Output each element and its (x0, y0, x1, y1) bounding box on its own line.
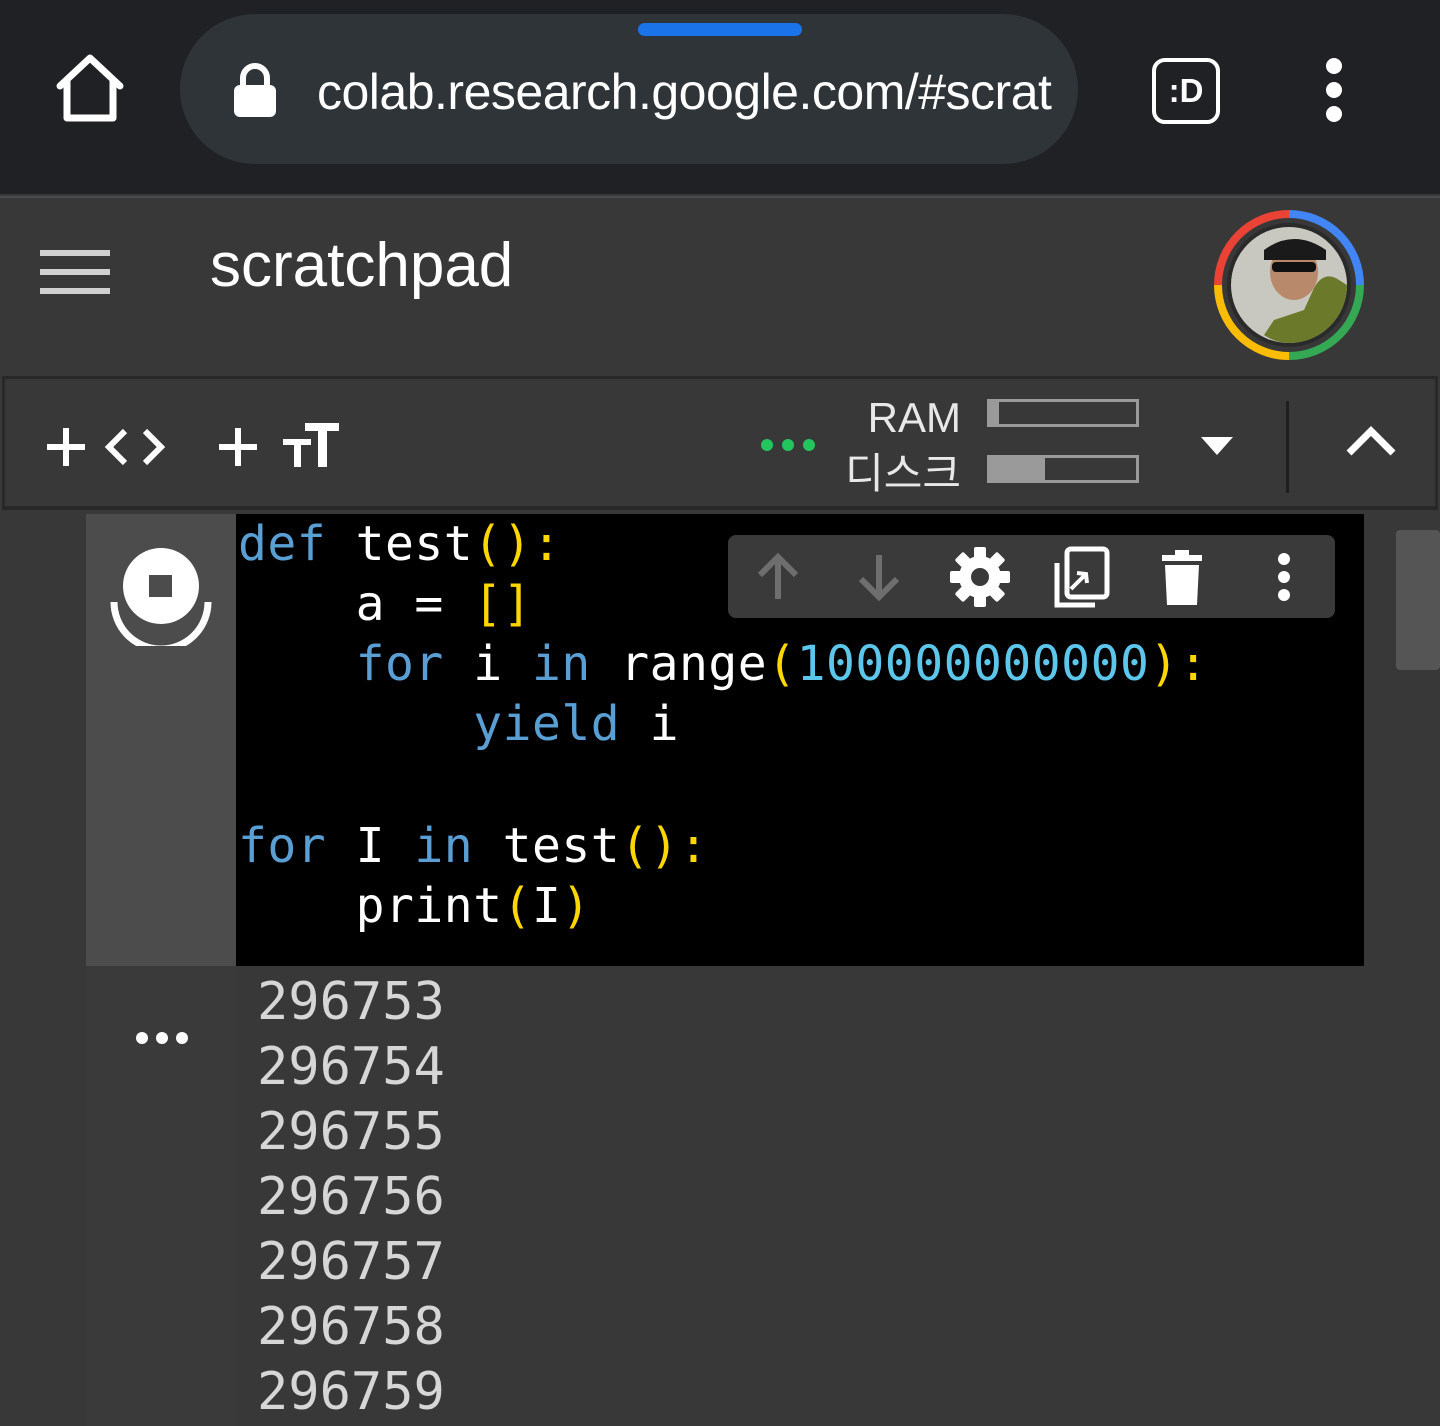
arrow-down-icon[interactable] (847, 545, 911, 609)
page-title[interactable]: scratchpad (210, 228, 513, 304)
output-line: 296756 (257, 1167, 445, 1227)
disk-usage-fill (990, 458, 1046, 480)
ram-usage-bar[interactable] (987, 399, 1139, 427)
output-line: 296757 (257, 1232, 445, 1292)
tab-switcher-label: :D (1152, 58, 1220, 124)
stop-icon (149, 575, 172, 597)
more-vert-icon[interactable] (1252, 545, 1316, 609)
app-header: scratchpad (0, 196, 1440, 378)
code-line: for i in range(100000000000): (355, 636, 1209, 692)
output-line: 296754 (257, 1037, 445, 1097)
lock-icon[interactable] (232, 62, 278, 118)
plus-code-icon (47, 428, 166, 466)
disk-usage-bar[interactable] (987, 455, 1139, 483)
output-line: 296753 (257, 972, 445, 1032)
notebook-toolbar: RAM 디스크 (2, 376, 1438, 510)
ram-usage-fill (990, 402, 999, 424)
add-code-button[interactable] (45, 417, 175, 477)
plus-text-icon (219, 423, 339, 467)
gear-icon[interactable] (948, 545, 1012, 609)
chevron-down-icon[interactable] (1195, 431, 1239, 461)
cell-output: 296753 296754 296755 296756 296757 296758 2967… (236, 966, 1364, 1426)
disk-label: 디스크 (845, 450, 961, 497)
code-line: a = [] (238, 576, 532, 632)
url-text[interactable]: colab.research.google.com/#scratchpad (317, 60, 1052, 124)
avatar[interactable] (1214, 210, 1364, 360)
copy-link-icon[interactable] (1049, 545, 1113, 609)
output-line: 296759 (257, 1362, 445, 1422)
more-vert-icon[interactable] (1312, 56, 1356, 126)
output-line: 296755 (257, 1102, 445, 1162)
chevron-up-icon[interactable] (1341, 421, 1401, 461)
code-line: print(I) (238, 878, 591, 934)
tab-switcher-button[interactable]: :D (1150, 56, 1220, 124)
browser-toolbar: colab.research.google.com/#scratchpad :D (0, 0, 1440, 194)
ram-label: RAM (867, 394, 961, 441)
cell-toolbar (728, 535, 1335, 618)
scrollbar-thumb[interactable] (1396, 530, 1440, 670)
stop-execution-button[interactable] (106, 546, 216, 653)
add-text-button[interactable] (217, 417, 347, 477)
home-icon[interactable] (52, 50, 128, 126)
drag-handle (638, 23, 802, 36)
code-line: def test(): (238, 516, 562, 572)
address-bar[interactable]: colab.research.google.com/#scratchpad (180, 14, 1078, 164)
more-horiz-icon[interactable] (134, 1028, 190, 1048)
code-line: yield i (473, 696, 679, 752)
runtime-status-icon[interactable] (759, 437, 817, 453)
trash-icon[interactable] (1150, 545, 1214, 609)
toolbar-divider (1286, 401, 1289, 493)
menu-icon[interactable] (40, 248, 110, 296)
resource-labels[interactable]: RAM 디스크 (815, 393, 961, 503)
code-line: for I in test(): (238, 818, 709, 874)
output-line: 296758 (257, 1297, 445, 1357)
arrow-up-icon[interactable] (746, 545, 810, 609)
